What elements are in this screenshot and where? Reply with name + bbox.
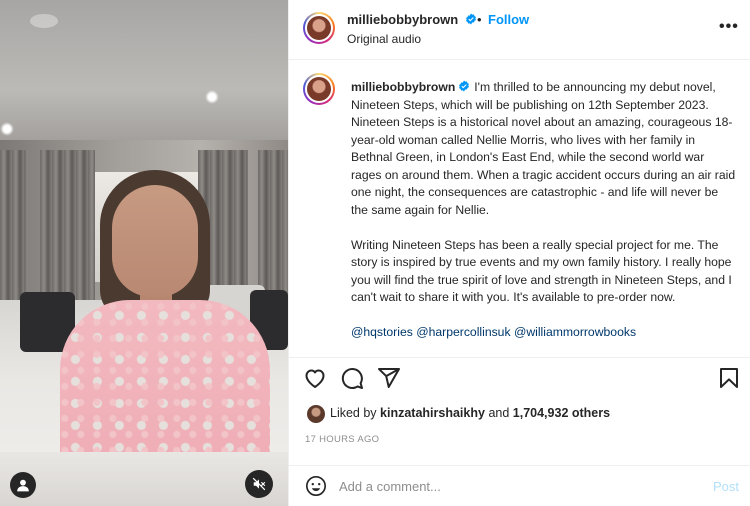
mention-link[interactable]: @harpercollinsuk [416,325,510,339]
post-timestamp[interactable]: 17 HOURS AGO [305,434,379,445]
verified-badge-icon [465,13,476,25]
mute-icon [252,477,266,491]
post-comment-button[interactable]: Post [713,479,739,494]
ceiling-fixture [30,14,58,28]
caption-username[interactable]: milliebobbybrown [351,80,455,94]
ceiling-light [205,90,219,104]
action-bar: Liked by kinzatahirshaikhy and 1,704,932… [289,357,750,449]
verified-badge-icon [459,80,470,92]
post-media[interactable] [0,0,288,506]
comment-icon[interactable] [340,366,364,390]
comment-bar: Post [289,465,750,506]
user-tag-icon [17,479,29,492]
header-separator: • [477,12,482,27]
likes-count-link[interactable]: 1,704,932 others [513,406,610,420]
avatar-image [305,14,333,42]
likes-summary: Liked by kinzatahirshaikhy and 1,704,932… [330,406,610,420]
ceiling-light [0,122,14,136]
caption-avatar[interactable] [303,73,335,105]
author-avatar[interactable] [303,12,335,44]
liker-avatar[interactable] [307,405,325,423]
comment-input[interactable] [339,476,679,496]
caption-area: milliebobbybrown I'm thrilled to be anno… [289,61,750,357]
mention-link[interactable]: @hqstories [351,325,413,339]
caption-paragraph-2: Writing Nineteen Steps has been a really… [351,237,732,305]
audio-label[interactable]: Original audio [347,32,421,46]
bookmark-icon[interactable] [717,366,741,390]
likes-conjunction: and [488,406,510,420]
caption-text: milliebobbybrown I'm thrilled to be anno… [351,79,736,357]
author-username[interactable]: milliebobbybrown [347,12,477,27]
more-options-button[interactable]: ••• [719,18,739,36]
avatar-image [305,75,333,103]
post-sidebar: milliebobbybrown • Follow Original audio… [288,0,750,506]
follow-button[interactable]: Follow [488,12,529,27]
emoji-icon[interactable] [305,475,327,497]
user-tag-button[interactable] [10,472,36,498]
post-header: milliebobbybrown • Follow Original audio… [289,0,750,60]
author-username-text[interactable]: milliebobbybrown [347,12,458,27]
mute-button[interactable] [245,470,273,498]
share-icon[interactable] [377,366,401,390]
liker-username[interactable]: kinzatahirshaikhy [380,406,485,420]
caption-paragraph: milliebobbybrown I'm thrilled to be anno… [351,79,736,219]
person-face [112,185,198,297]
caption-mentions: @hqstories @harpercollinsuk @williammorr… [351,324,736,342]
likes-prefix: Liked by [330,406,377,420]
heart-icon[interactable] [303,366,327,390]
mention-link[interactable]: @williammorrowbooks [514,325,636,339]
caption-paragraph-1: I'm thrilled to be announcing my debut n… [351,80,736,217]
